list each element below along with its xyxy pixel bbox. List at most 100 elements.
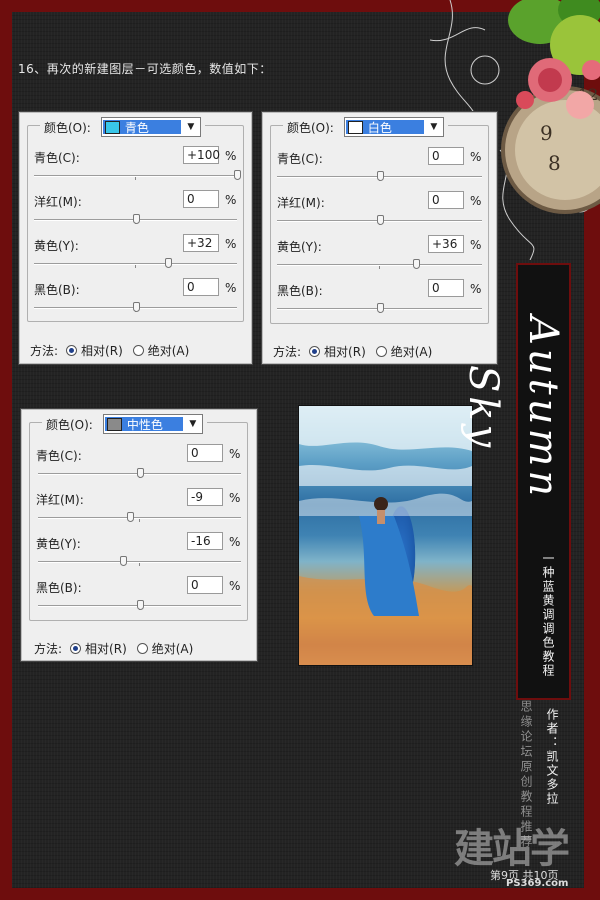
radio-relative[interactable]: 相对(R): [66, 342, 123, 359]
slider-label: 青色(C):: [36, 449, 82, 463]
radio-button[interactable]: [375, 346, 387, 357]
color-label: 颜色(O):: [287, 120, 334, 135]
selected-color-name: 白色: [367, 120, 392, 135]
radio-button-selected[interactable]: [66, 345, 78, 356]
radio-relative[interactable]: 相对(R): [70, 640, 127, 657]
radio-absolute[interactable]: 绝对(A): [136, 640, 194, 657]
slider-label: 洋红(M):: [36, 493, 84, 507]
percent-label: %: [470, 282, 482, 296]
watermark-url: PS369.com: [506, 878, 569, 889]
slider-label: 洋红(M):: [34, 195, 82, 209]
slider-label: 黑色(B):: [34, 283, 80, 297]
selective-color-panel-whites: 颜色(O): 白色 ▼ 青色(C): 0 % 洋红(M): 0 % 黄色(Y):…: [262, 112, 497, 364]
chevron-down-icon[interactable]: ▼: [184, 419, 202, 429]
radio-absolute-label: 绝对(A): [147, 344, 190, 358]
svg-text:9: 9: [540, 121, 553, 145]
color-swatch: [347, 120, 363, 134]
radio-absolute[interactable]: 绝对(A): [375, 343, 433, 360]
dropdown-selected: 青色: [102, 120, 181, 135]
slider-center-tick: [135, 265, 136, 268]
slider-label: 青色(C):: [277, 152, 323, 166]
svg-text:8: 8: [548, 151, 561, 175]
slider-label: 黄色(Y):: [277, 240, 322, 254]
value-field[interactable]: 0: [428, 191, 464, 209]
value-field[interactable]: 0: [187, 576, 223, 594]
slider-thumb[interactable]: [376, 171, 384, 181]
percent-label: %: [225, 149, 237, 163]
slider-thumb[interactable]: [132, 302, 140, 312]
value-field[interactable]: 0: [428, 279, 464, 297]
slider-thumb[interactable]: [120, 556, 128, 566]
percent-label: %: [229, 447, 241, 461]
banner-subtitle: 一种蓝黄调调色教程: [541, 552, 555, 678]
selective-color-panel-neutrals: 颜色(O): 中性色 ▼ 青色(C): 0 % 洋红(M): -9 % 黄色(Y…: [21, 409, 257, 661]
chevron-down-icon[interactable]: ▼: [425, 122, 443, 132]
percent-label: %: [229, 579, 241, 593]
radio-relative-label: 相对(R): [85, 642, 127, 656]
slider-thumb[interactable]: [136, 468, 144, 478]
banner-title: Autumn Sky: [460, 315, 566, 501]
slider-thumb[interactable]: [234, 170, 241, 180]
percent-label: %: [470, 150, 482, 164]
selected-color-name: 青色: [124, 120, 149, 135]
percent-label: %: [470, 238, 482, 252]
percent-label: %: [225, 193, 237, 207]
method-row: 方法: 相对(R) 绝对(A): [30, 342, 199, 359]
radio-button-selected[interactable]: [309, 346, 321, 357]
color-label: 颜色(O):: [44, 120, 91, 135]
color-label: 颜色(O):: [46, 417, 93, 432]
radio-relative[interactable]: 相对(R): [309, 343, 366, 360]
slider-label: 黑色(B):: [277, 284, 323, 298]
slider-thumb[interactable]: [413, 259, 421, 269]
value-field[interactable]: +36: [428, 235, 464, 253]
author-credit: 作者：凯文多拉: [545, 708, 559, 806]
result-photo: [298, 405, 473, 666]
watermark-logo: 建站学: [454, 826, 570, 872]
slider-center-tick: [139, 563, 140, 566]
value-field[interactable]: -16: [187, 532, 223, 550]
slider-thumb[interactable]: [376, 303, 384, 313]
percent-label: %: [470, 194, 482, 208]
slider-center-tick: [139, 519, 140, 522]
percent-label: %: [229, 491, 241, 505]
slider-thumb[interactable]: [136, 600, 144, 610]
slider-thumb[interactable]: [132, 214, 140, 224]
dropdown-selected: 白色: [345, 120, 424, 135]
slider-center-tick: [135, 177, 136, 180]
percent-label: %: [229, 535, 241, 549]
value-field[interactable]: 0: [187, 444, 223, 462]
slider-label: 洋红(M):: [277, 196, 325, 210]
chevron-down-icon[interactable]: ▼: [182, 122, 200, 132]
slider-center-tick: [379, 266, 380, 269]
radio-absolute-label: 绝对(A): [151, 642, 194, 656]
color-swatch: [106, 417, 122, 431]
color-dropdown[interactable]: 青色 ▼: [100, 117, 201, 137]
radio-button[interactable]: [136, 643, 148, 654]
slider-thumb[interactable]: [127, 512, 135, 522]
color-swatch: [104, 120, 120, 134]
slider-label: 青色(C):: [34, 151, 80, 165]
percent-label: %: [225, 281, 237, 295]
photo-illustration: [299, 406, 472, 665]
radio-absolute-label: 绝对(A): [390, 345, 433, 359]
value-field[interactable]: 0: [183, 278, 219, 296]
slider-thumb[interactable]: [376, 215, 384, 225]
value-field[interactable]: 0: [183, 190, 219, 208]
color-dropdown[interactable]: 中性色 ▼: [102, 414, 203, 434]
selected-color-name: 中性色: [126, 417, 163, 432]
color-selector-row: 颜色(O): 中性色 ▼: [42, 414, 207, 434]
method-row: 方法: 相对(R) 绝对(A): [34, 640, 203, 657]
value-field[interactable]: 0: [428, 147, 464, 165]
slider-label: 黑色(B):: [36, 581, 82, 595]
color-dropdown[interactable]: 白色 ▼: [343, 117, 444, 137]
radio-relative-label: 相对(R): [324, 345, 366, 359]
slider-label: 黄色(Y):: [34, 239, 79, 253]
value-field[interactable]: +100: [183, 146, 220, 164]
value-field[interactable]: +32: [183, 234, 219, 252]
radio-absolute[interactable]: 绝对(A): [132, 342, 190, 359]
method-row: 方法: 相对(R) 绝对(A): [273, 343, 442, 360]
radio-button-selected[interactable]: [70, 643, 82, 654]
value-field[interactable]: -9: [187, 488, 223, 506]
slider-thumb[interactable]: [164, 258, 172, 268]
radio-button[interactable]: [132, 345, 144, 356]
